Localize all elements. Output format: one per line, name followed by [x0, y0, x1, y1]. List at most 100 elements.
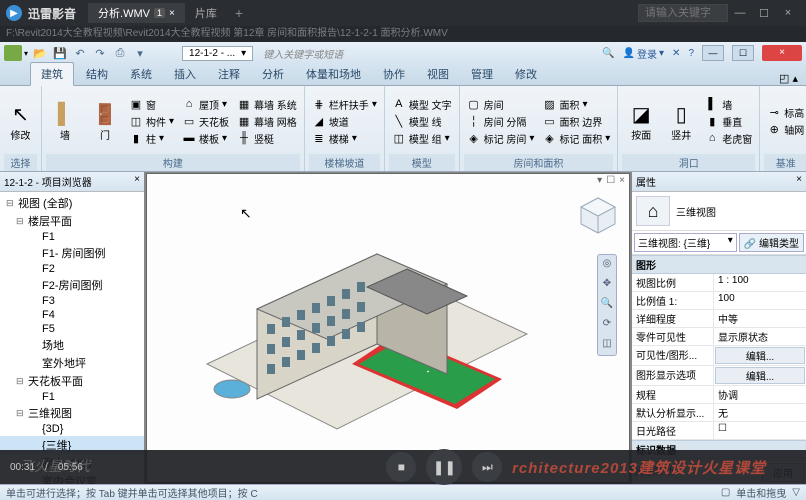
dormer-button[interactable]: ⌂老虎窗	[702, 130, 755, 147]
tab-structure[interactable]: 结构	[76, 63, 118, 85]
railing-button[interactable]: ⋕栏杆扶手 ▾	[309, 96, 380, 113]
selection-filter-icon[interactable]: ▢	[721, 487, 730, 498]
ramp-button[interactable]: ◢坡道	[309, 113, 380, 130]
room-button[interactable]: ▢房间	[464, 96, 538, 113]
by-face-button[interactable]: ◪按面	[622, 88, 660, 154]
minimize-icon[interactable]: —	[728, 7, 752, 19]
app-maximize-button[interactable]: ☐	[732, 45, 754, 61]
tree-node[interactable]: F1- 房间图例	[0, 244, 144, 262]
mullion-button[interactable]: ╫竖梃	[234, 130, 300, 147]
curtain-system-button[interactable]: ▦幕墙 系统	[234, 96, 300, 113]
filter-icon[interactable]: ▽	[792, 487, 800, 498]
tab-modify[interactable]: 修改	[505, 63, 547, 85]
search-hint[interactable]: 键入关键字或短语	[263, 46, 343, 61]
zoom-icon[interactable]: 🔍	[600, 298, 614, 312]
view-maximize-icon[interactable]: ☐	[606, 175, 615, 187]
door-button[interactable]: 🚪门	[86, 88, 124, 154]
view-close-icon[interactable]: ×	[619, 175, 625, 187]
play-pause-button[interactable]: ❚❚	[426, 449, 462, 485]
tree-node[interactable]: ⊟天花板平面	[0, 372, 144, 390]
tab-architecture[interactable]: 建筑	[30, 62, 74, 86]
tab-collaborate[interactable]: 协作	[373, 63, 415, 85]
tree-node[interactable]: F5	[0, 322, 144, 336]
tree-node[interactable]: ⊟视图 (全部)	[0, 194, 144, 212]
app-close-button[interactable]: ×	[762, 45, 802, 61]
model-group-button[interactable]: ◫模型 组 ▾	[389, 130, 455, 147]
tab-view[interactable]: 视图	[417, 63, 459, 85]
ribbon-collapse-icon[interactable]: ◰ ▴	[779, 72, 798, 85]
tree-node[interactable]: F1	[0, 230, 144, 244]
stop-button[interactable]: ■	[386, 452, 416, 482]
next-button[interactable]: ⏭	[472, 452, 502, 482]
property-row[interactable]: 图形显示选项编辑...	[632, 366, 806, 386]
qat-redo-icon[interactable]: ↷	[92, 45, 108, 61]
window-button[interactable]: ▣窗	[126, 96, 177, 113]
tree-node[interactable]: F4	[0, 308, 144, 322]
model-line-button[interactable]: ╲模型 线	[389, 113, 455, 130]
model-text-button[interactable]: A模型 文字	[389, 96, 455, 113]
room-sep-button[interactable]: ╎房间 分隔	[464, 113, 538, 130]
qat-more-icon[interactable]: ▾	[132, 45, 148, 61]
maximize-icon[interactable]: ☐	[752, 7, 776, 20]
help-icon[interactable]: ?	[688, 48, 694, 59]
edit-type-button[interactable]: 🔗 编辑类型	[739, 233, 804, 252]
tree-node[interactable]: F3	[0, 294, 144, 308]
property-row[interactable]: 视图比例1 : 100	[632, 274, 806, 292]
area-boundary-button[interactable]: ▭面积 边界	[539, 113, 613, 130]
roof-button[interactable]: ⌂屋顶 ▾	[179, 96, 232, 113]
tree-node[interactable]: F2-房间图例	[0, 276, 144, 294]
steering-wheel-icon[interactable]: ◎	[600, 258, 614, 272]
tree-node[interactable]: 场地	[0, 336, 144, 354]
tab-annotate[interactable]: 注释	[208, 63, 250, 85]
qat-print-icon[interactable]: ⎙	[112, 45, 128, 61]
player-tab-library[interactable]: 片库	[185, 3, 227, 23]
close-icon[interactable]: ×	[776, 7, 800, 19]
tree-node[interactable]: 室外地坪	[0, 354, 144, 372]
infocenter-search-icon[interactable]: 🔍	[602, 48, 614, 59]
ceiling-button[interactable]: ▭天花板	[179, 113, 232, 130]
pan-icon[interactable]: ✥	[600, 278, 614, 292]
tree-node[interactable]: {3D}	[0, 422, 144, 436]
tree-node[interactable]: ⊟楼层平面	[0, 212, 144, 230]
tag-area-button[interactable]: ◈标记 面积 ▾	[539, 130, 613, 147]
property-row[interactable]: 日光路径☐	[632, 422, 806, 440]
document-switcher[interactable]: 12-1-2 - ...▾	[182, 46, 253, 61]
close-icon[interactable]: ×	[169, 8, 175, 19]
view-canvas[interactable]: ▾☐×	[146, 173, 630, 483]
qat-save-icon[interactable]: 💾	[52, 45, 68, 61]
tab-insert[interactable]: 插入	[164, 63, 206, 85]
orbit-icon[interactable]: ⟳	[600, 318, 614, 332]
component-button[interactable]: ◫构件 ▾	[126, 113, 177, 130]
stair-button[interactable]: ≣楼梯 ▾	[309, 130, 380, 147]
player-tab-add[interactable]: +	[227, 3, 251, 23]
property-row[interactable]: 零件可见性显示原状态	[632, 328, 806, 346]
property-row[interactable]: 规程协调	[632, 386, 806, 404]
modify-button[interactable]: ↖修改	[4, 88, 37, 154]
property-row[interactable]: 可见性/图形...编辑...	[632, 346, 806, 366]
tree-node[interactable]: ⊟三维视图	[0, 404, 144, 422]
wall-opening-button[interactable]: ▌墙	[702, 96, 755, 113]
tab-massing[interactable]: 体量和场地	[296, 63, 371, 85]
tab-manage[interactable]: 管理	[461, 63, 503, 85]
player-search-input[interactable]	[638, 4, 728, 22]
qat-undo-icon[interactable]: ↶	[72, 45, 88, 61]
level-button[interactable]: ⊸标高	[764, 104, 806, 121]
view-cube[interactable]	[577, 194, 619, 236]
instance-selector[interactable]: 三维视图: {三维}▾	[634, 233, 737, 252]
tab-systems[interactable]: 系统	[120, 63, 162, 85]
shaft-button[interactable]: ▯竖井	[662, 88, 700, 154]
player-tab-video[interactable]: 分析.WMV 1 ×	[88, 3, 185, 23]
qat-open-icon[interactable]: 📂	[32, 45, 48, 61]
sign-in-link[interactable]: 👤 登录 ▾	[623, 46, 664, 61]
floor-button[interactable]: ▬楼板 ▾	[179, 130, 232, 147]
curtain-grid-button[interactable]: ▦幕墙 网格	[234, 113, 300, 130]
property-row[interactable]: 默认分析显示...无	[632, 404, 806, 422]
app-minimize-button[interactable]: —	[702, 45, 724, 61]
property-row[interactable]: 比例值 1:100	[632, 292, 806, 310]
section-icon[interactable]: ◫	[600, 338, 614, 352]
close-icon[interactable]: ×	[134, 174, 140, 189]
exchange-icon[interactable]: ✕	[672, 48, 680, 59]
vertical-button[interactable]: ▮垂直	[702, 113, 755, 130]
wall-button[interactable]: ▌墙	[46, 88, 84, 154]
grid-button[interactable]: ⊕轴网	[764, 121, 806, 138]
